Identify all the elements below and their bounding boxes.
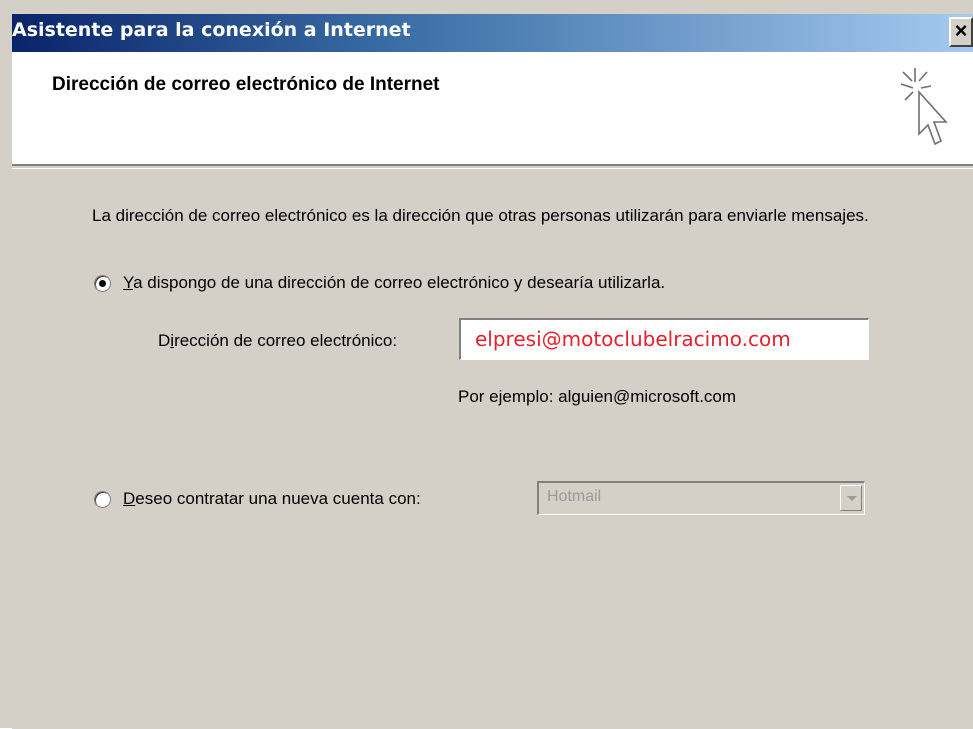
provider-select-value: Hotmail xyxy=(547,488,602,505)
example-text: Por ejemplo: alguien@microsoft.com xyxy=(458,387,737,406)
option-existing-address[interactable]: Ya dispongo de una dirección de correo e… xyxy=(94,273,665,293)
close-icon: × xyxy=(954,18,968,43)
option-new-label-text: eseo contratar una nueva cuenta con: xyxy=(135,489,421,508)
wizard-cursor-icon xyxy=(900,68,948,146)
option-existing-label-text: a dispongo de una dirección de correo el… xyxy=(133,273,666,292)
wizard-header: Dirección de correo electrónico de Inter… xyxy=(12,52,973,166)
email-label: Dirección de correo electrónico: xyxy=(158,331,397,351)
window-title: Asistente para la conexión a Internet xyxy=(12,19,411,41)
radio-new-account[interactable] xyxy=(94,490,111,508)
mnemonic-y: Y xyxy=(123,273,134,292)
wizard-body: La dirección de correo electrónico es la… xyxy=(12,168,973,729)
wizard-window: Asistente para la conexión a Internet × … xyxy=(0,0,973,729)
option-existing-label: Ya dispongo de una dirección de correo e… xyxy=(123,273,665,293)
option-new-account[interactable]: Deseo contratar una nueva cuenta con: xyxy=(94,489,421,509)
provider-select[interactable]: Hotmail xyxy=(537,481,865,515)
page-title: Dirección de correo electrónico de Inter… xyxy=(52,74,440,95)
close-button[interactable]: × xyxy=(949,17,973,47)
option-new-label: Deseo contratar una nueva cuenta con: xyxy=(123,489,421,509)
radio-existing[interactable] xyxy=(94,274,111,292)
title-bar[interactable]: Asistente para la conexión a Internet × xyxy=(12,14,973,52)
chevron-down-icon[interactable] xyxy=(840,485,862,511)
intro-text: La dirección de correo electrónico es la… xyxy=(92,206,869,225)
email-label-prefix: D xyxy=(158,331,171,350)
email-input[interactable]: elpresi@motoclubelracimo.com xyxy=(459,318,869,360)
email-label-text: rección de correo electrónico: xyxy=(174,331,398,350)
mnemonic-d: D xyxy=(123,489,136,508)
